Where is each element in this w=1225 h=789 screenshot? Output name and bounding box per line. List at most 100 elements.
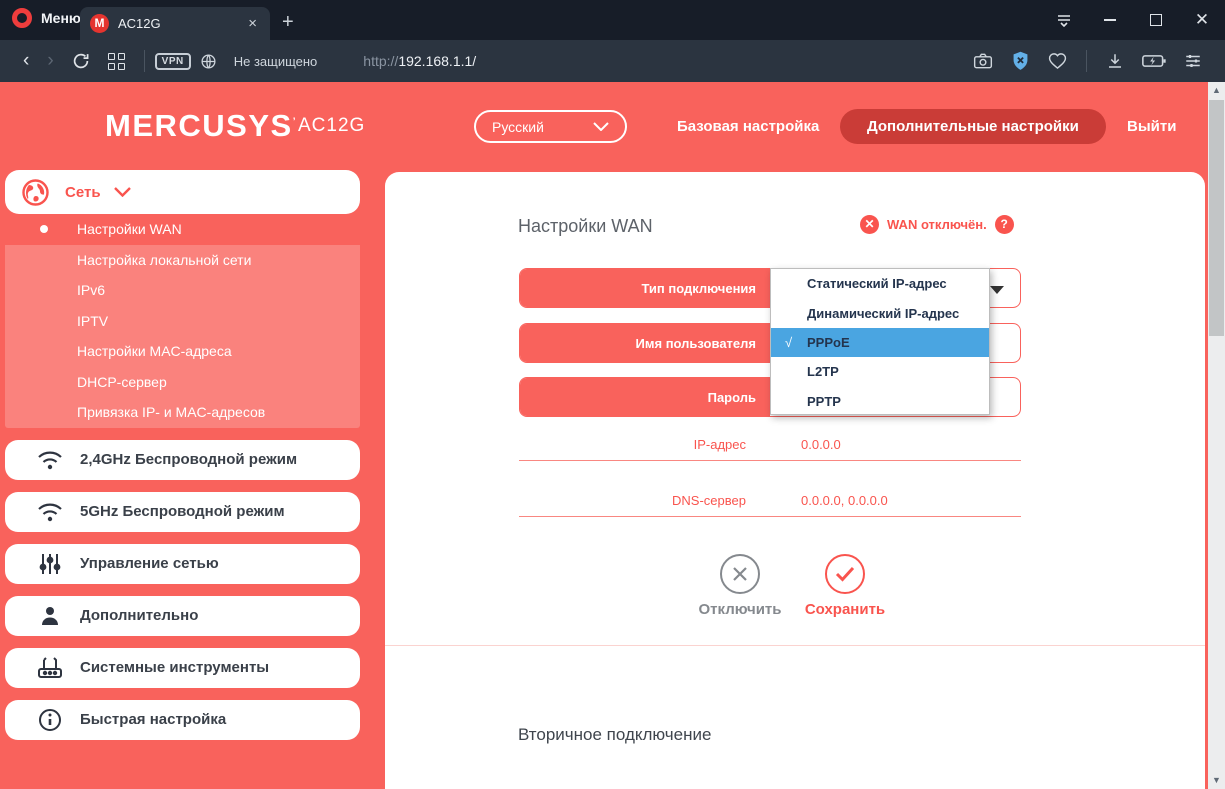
toolbar-separator — [144, 50, 145, 72]
url-host: 192.168.1.1/ — [398, 53, 476, 69]
snapshot-camera-icon[interactable] — [973, 52, 993, 70]
submenu-item-wan-settings[interactable]: Настройки WAN — [5, 214, 360, 245]
disconnect-button[interactable]: Отключить — [690, 554, 790, 618]
tab-search-icon[interactable] — [1041, 0, 1087, 40]
browser-tabstrip: Меню M AC12G × + ✕ — [0, 0, 1225, 40]
tab-favicon: M — [90, 14, 109, 33]
chevron-down-icon — [593, 122, 609, 131]
browser-tab[interactable]: M AC12G × — [80, 7, 270, 40]
network-submenu: Настройки WAN Настройка локальной сети I… — [5, 214, 360, 428]
url-scheme: http:// — [363, 53, 398, 69]
ip-address-label: IP-адрес — [519, 437, 746, 452]
connection-type-dropdown: Статический IP-адрес Динамический IP-адр… — [770, 268, 990, 415]
site-globe-icon[interactable] — [200, 53, 217, 70]
dns-server-row: DNS-сервер 0.0.0.0, 0.0.0.0 — [519, 485, 1021, 517]
easy-setup-tune-icon[interactable] — [1184, 52, 1202, 70]
main-panel: Настройки WAN ✕ WAN отключён. ? Тип подк… — [385, 172, 1205, 789]
status-text: WAN отключён. — [887, 217, 987, 232]
sliders-icon — [37, 553, 63, 575]
submenu-item-dhcp-server[interactable]: DHCP-сервер — [5, 367, 360, 398]
browser-toolbar: ‹ › VPN Не защищено http://192.168.1.1/ — [0, 40, 1225, 82]
submenu-item-iptv[interactable]: IPTV — [5, 306, 360, 337]
sidebar-item-wireless-5[interactable]: 5GHz Беспроводной режим — [5, 492, 360, 532]
sidebar-item-additional[interactable]: Дополнительно — [5, 596, 360, 636]
active-bullet — [40, 225, 48, 233]
wan-status: ✕ WAN отключён. ? — [860, 215, 1014, 234]
scroll-down-icon[interactable]: ▼ — [1208, 772, 1225, 789]
back-icon[interactable]: ‹ — [14, 50, 38, 72]
nav-advanced-settings[interactable]: Дополнительные настройки — [840, 109, 1106, 144]
forward-icon[interactable]: › — [38, 50, 62, 72]
dropdown-option-dynamic-ip[interactable]: Динамический IP-адрес — [771, 298, 989, 327]
chevron-down-icon — [114, 187, 131, 197]
info-icon — [37, 708, 63, 732]
nav-basic-settings[interactable]: Базовая настройка — [677, 118, 819, 135]
window-close-button[interactable]: ✕ — [1179, 0, 1225, 40]
ip-address-value: 0.0.0.0 — [801, 437, 841, 452]
username-label: Имя пользователя — [520, 324, 770, 362]
toolbar-separator — [1086, 50, 1087, 72]
connection-type-label: Тип подключения — [520, 269, 770, 307]
sidebar-network-label: Сеть — [65, 184, 101, 201]
page-scrollbar[interactable]: ▲ ▼ — [1208, 82, 1225, 789]
x-circle-icon — [731, 565, 749, 583]
language-select[interactable]: Русский — [474, 110, 627, 143]
router-page: MERCUSYS’ AC12G Русский Базовая настройк… — [0, 82, 1208, 789]
battery-saver-icon[interactable] — [1142, 53, 1166, 69]
page-title: Настройки WAN — [518, 216, 653, 237]
security-status[interactable]: Не защищено — [234, 54, 318, 69]
globe-icon — [22, 179, 49, 206]
dropdown-option-l2tp[interactable]: L2TP — [771, 357, 989, 386]
bookmark-heart-icon[interactable] — [1048, 52, 1067, 70]
new-tab-button[interactable]: + — [282, 11, 294, 34]
address-bar[interactable]: http://192.168.1.1/ — [363, 53, 476, 69]
save-button[interactable]: Сохранить — [795, 554, 895, 618]
tab-close-icon[interactable]: × — [245, 15, 260, 32]
check-circle-icon — [835, 566, 855, 582]
ip-address-row: IP-адрес 0.0.0.0 — [519, 429, 1021, 461]
sidebar: Сеть Настройки WAN Настройка локальной с… — [5, 170, 360, 740]
dns-server-value: 0.0.0.0, 0.0.0.0 — [801, 493, 888, 508]
tab-title: AC12G — [118, 16, 245, 31]
reload-icon[interactable] — [72, 52, 90, 70]
nav-logout[interactable]: Выйти — [1127, 118, 1176, 135]
sidebar-item-wireless-24[interactable]: 2,4GHz Беспроводной режим — [5, 440, 360, 480]
status-x-icon: ✕ — [860, 215, 879, 234]
router-icon — [37, 657, 63, 679]
brand-logo: MERCUSYS’ — [105, 108, 297, 144]
sidebar-item-system-tools[interactable]: Системные инструменты — [5, 648, 360, 688]
sidebar-item-network-management[interactable]: Управление сетью — [5, 544, 360, 584]
opera-logo-icon — [12, 8, 32, 28]
submenu-item-mac-settings[interactable]: Настройки MAC-адреса — [5, 336, 360, 367]
secondary-connection-title: Вторичное подключение — [518, 725, 711, 745]
person-icon — [37, 605, 63, 627]
scrollbar-thumb[interactable] — [1209, 100, 1224, 336]
submenu-item-ip-mac-binding[interactable]: Привязка IP- и MAC-адресов — [5, 397, 360, 428]
window-maximize-button[interactable] — [1133, 0, 1179, 40]
language-value: Русский — [492, 119, 544, 135]
downloads-icon[interactable] — [1106, 52, 1124, 70]
sidebar-item-network[interactable]: Сеть — [5, 170, 360, 214]
wifi-icon — [37, 450, 63, 470]
sidebar-item-quick-setup[interactable]: Быстрая настройка — [5, 700, 360, 740]
browser-menu-button[interactable]: Меню — [12, 8, 81, 28]
dropdown-arrow-icon[interactable] — [990, 286, 1004, 294]
dropdown-option-pptp[interactable]: PPTP — [771, 387, 989, 416]
dropdown-option-static-ip[interactable]: Статический IP-адрес — [771, 269, 989, 298]
adblock-shield-icon[interactable] — [1011, 51, 1030, 71]
wifi-icon — [37, 502, 63, 522]
help-icon[interactable]: ? — [995, 215, 1014, 234]
section-divider — [385, 645, 1205, 646]
vpn-badge[interactable]: VPN — [155, 53, 191, 70]
password-label: Пароль — [520, 378, 770, 416]
browser-menu-label: Меню — [41, 10, 81, 26]
dropdown-option-pppoe[interactable]: √ PPPoE — [771, 328, 989, 357]
submenu-item-ipv6[interactable]: IPv6 — [5, 275, 360, 306]
model-name: AC12G — [298, 115, 365, 137]
dns-server-label: DNS-сервер — [519, 493, 746, 508]
check-icon: √ — [785, 335, 792, 350]
speed-dial-icon[interactable] — [108, 53, 125, 70]
scroll-up-icon[interactable]: ▲ — [1208, 82, 1225, 99]
window-minimize-button[interactable] — [1087, 0, 1133, 40]
submenu-item-lan-settings[interactable]: Настройка локальной сети — [5, 245, 360, 276]
